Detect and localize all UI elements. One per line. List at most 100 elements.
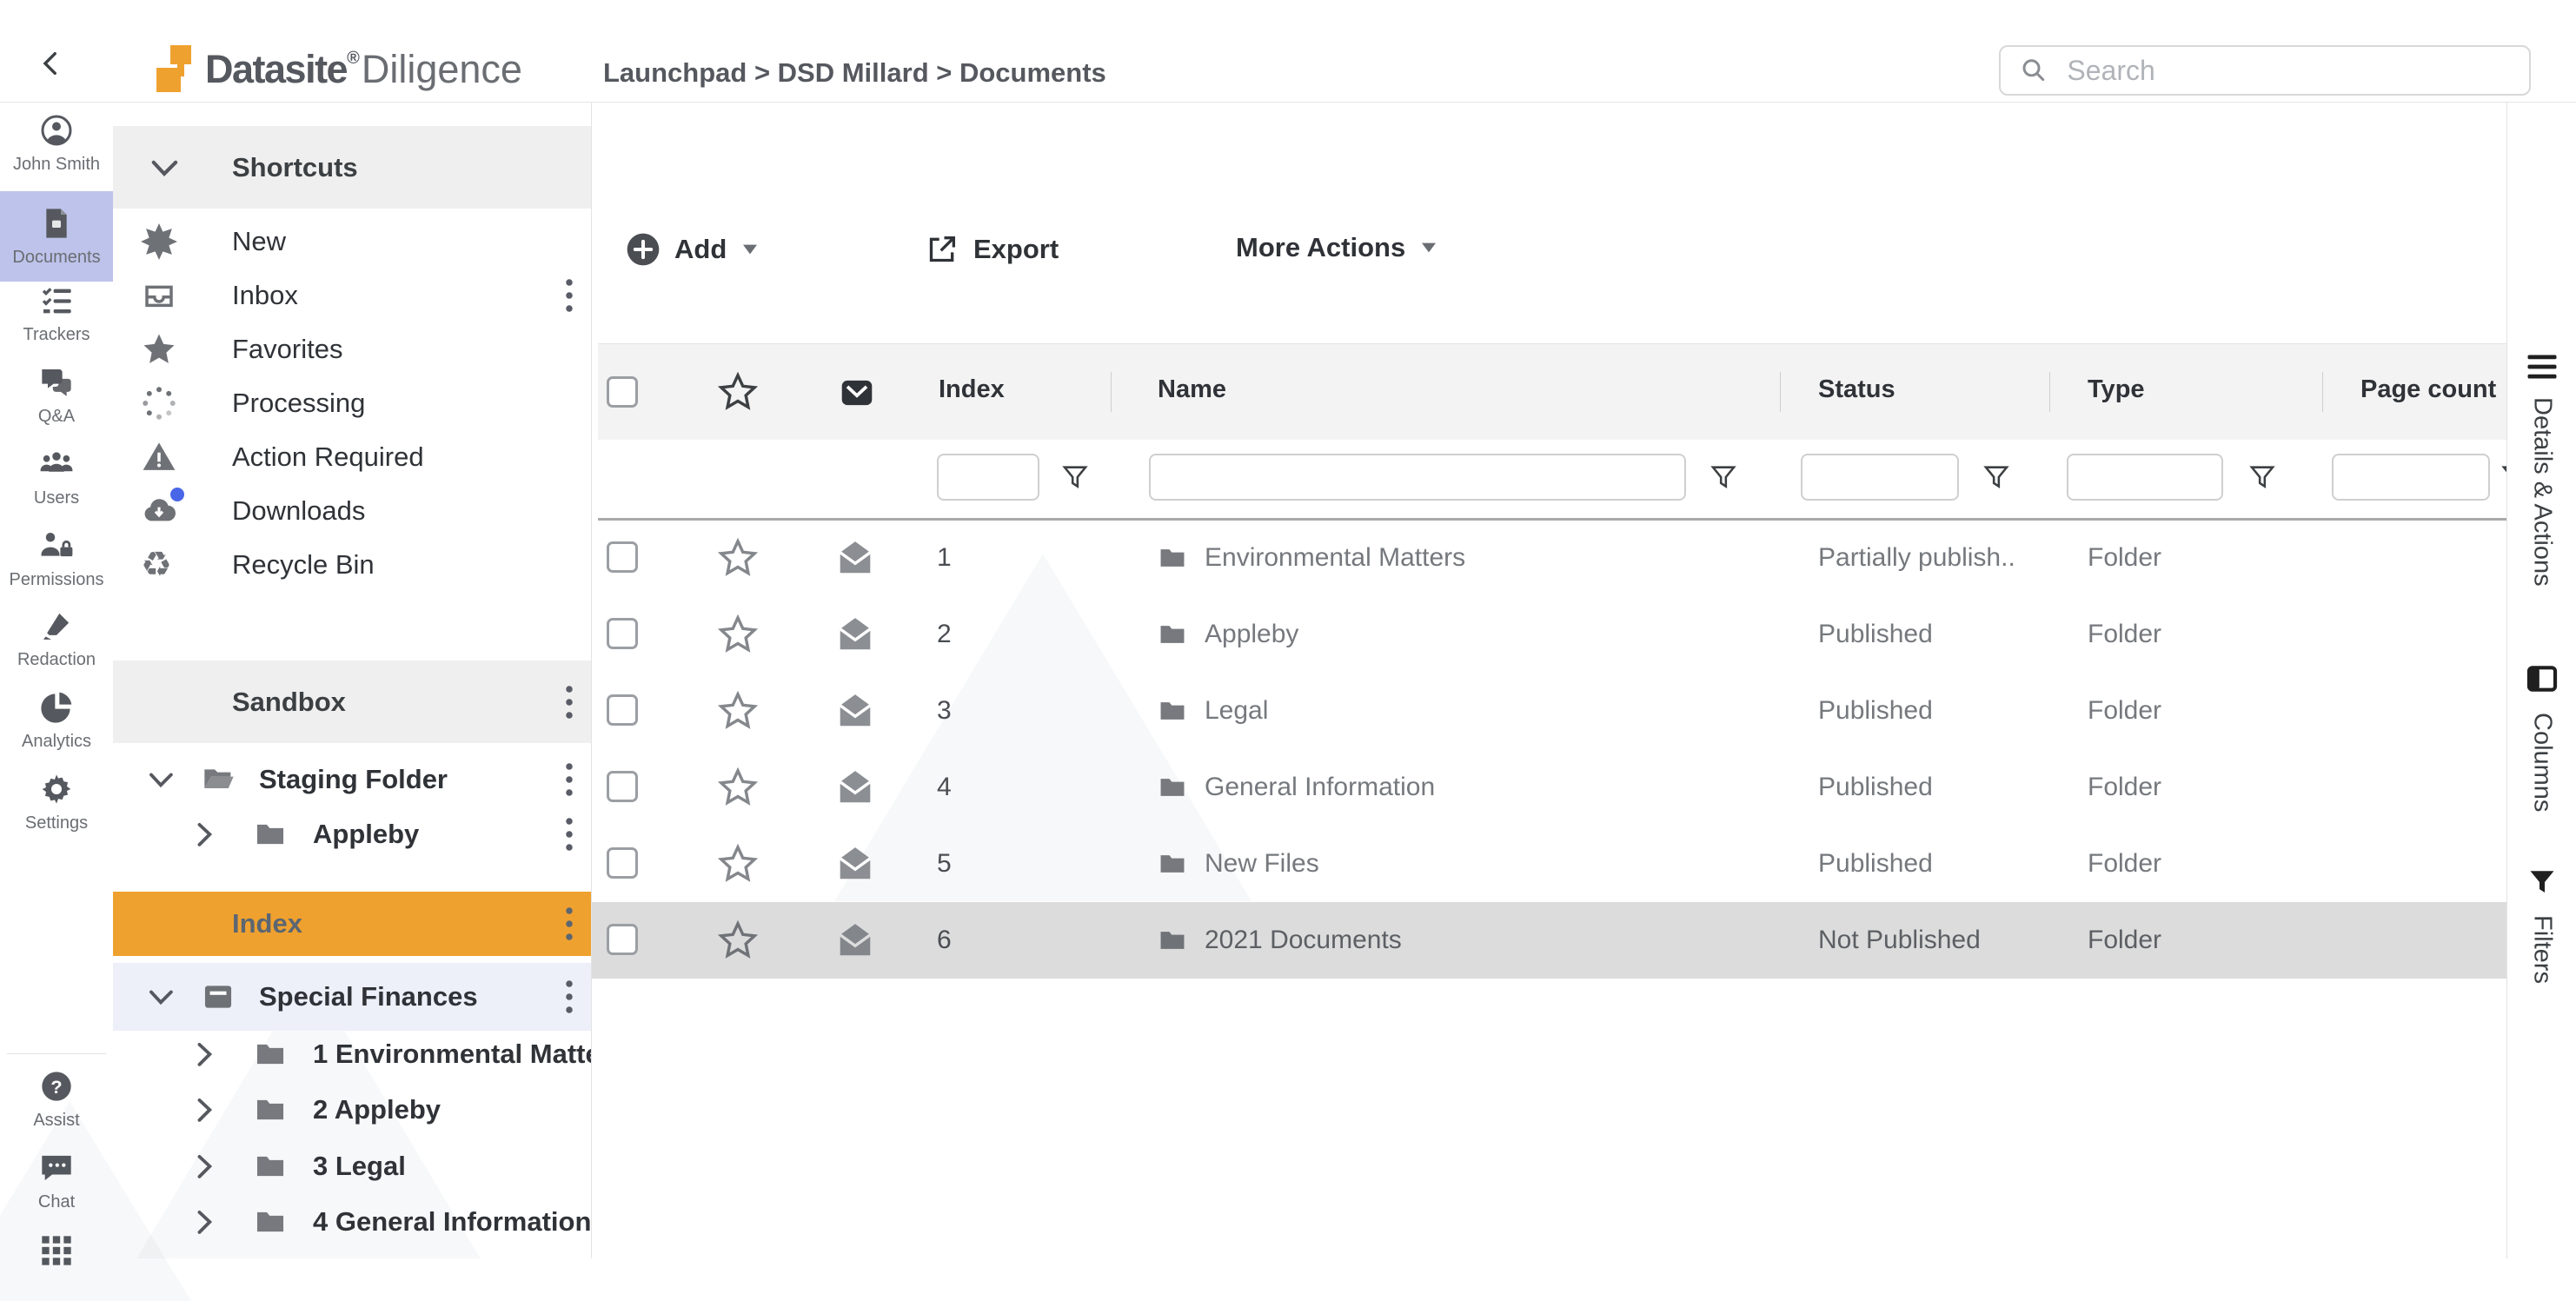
sidebar-item-downloads[interactable]: Downloads	[113, 484, 591, 538]
kebab-menu-icon[interactable]	[561, 681, 577, 723]
tree-item-appleby[interactable]: Appleby	[113, 807, 591, 861]
more-actions-button[interactable]: More Actions	[1236, 232, 1438, 263]
sidebar-item-inbox[interactable]: Inbox	[113, 269, 591, 322]
rail-item-trackers[interactable]: Trackers	[0, 273, 113, 355]
filter-funnel-icon[interactable]	[1060, 462, 1090, 492]
row-status: Partially publish..	[1818, 543, 2015, 573]
column-header-name[interactable]: Name	[1158, 375, 1226, 404]
kebab-menu-icon[interactable]	[561, 903, 577, 945]
rail-item-label: Analytics	[22, 732, 91, 752]
type-filter-input[interactable]	[2067, 454, 2223, 501]
index-filter-input[interactable]	[937, 454, 1039, 501]
hamburger-icon	[2526, 354, 2558, 380]
table-row[interactable]: 1 Environmental Matters Partially publis…	[591, 520, 2506, 596]
tab-label: Details & Actions	[2528, 397, 2557, 587]
filter-funnel-icon[interactable]	[2500, 462, 2506, 492]
chevron-right-icon	[188, 1093, 221, 1126]
filter-funnel-icon[interactable]	[1709, 462, 1738, 492]
row-name[interactable]: Legal	[1205, 696, 1268, 726]
kebab-menu-icon[interactable]	[561, 813, 577, 855]
sidebar-item-action-required[interactable]: Action Required	[113, 430, 591, 484]
rail-item-permissions[interactable]: Permissions	[0, 517, 113, 599]
row-type: Folder	[2088, 849, 2161, 879]
row-checkbox[interactable]	[607, 541, 638, 573]
status-filter-input[interactable]	[1801, 454, 1959, 501]
tab-details-actions[interactable]: Details & Actions	[2507, 354, 2576, 587]
column-header-type[interactable]: Type	[2088, 375, 2145, 404]
kebab-menu-icon[interactable]	[561, 976, 577, 1018]
filter-funnel-icon[interactable]	[2247, 462, 2277, 492]
column-header-page-count[interactable]: Page count	[2360, 375, 2496, 404]
row-name[interactable]: General Information	[1205, 773, 1435, 802]
row-name[interactable]: Environmental Matters	[1205, 543, 1465, 573]
star-icon[interactable]	[718, 538, 758, 578]
row-name[interactable]: New Files	[1205, 849, 1319, 879]
rail-item-redaction[interactable]: Redaction	[0, 598, 113, 680]
column-header-status[interactable]: Status	[1818, 375, 1895, 404]
row-checkbox[interactable]	[607, 847, 638, 879]
star-icon[interactable]	[718, 767, 758, 807]
star-icon[interactable]	[718, 691, 758, 731]
row-name[interactable]: 2021 Documents	[1205, 926, 1402, 955]
row-checkbox[interactable]	[607, 618, 638, 649]
row-checkbox[interactable]	[607, 694, 638, 726]
row-checkbox[interactable]	[607, 924, 638, 955]
sidebar-item-favorites[interactable]: Favorites	[113, 322, 591, 376]
table-row[interactable]: 3 Legal Published Folder	[591, 673, 2506, 749]
notification-dot	[170, 488, 184, 501]
table-row[interactable]: 4 General Information Published Folder	[591, 749, 2506, 826]
star-icon[interactable]	[718, 844, 758, 884]
rail-item-qa[interactable]: Q&A	[0, 355, 113, 436]
tab-columns[interactable]: Columns	[2507, 662, 2576, 812]
table-row-selected[interactable]: 6 2021 Documents Not Published Folder	[591, 902, 2506, 979]
name-filter-input[interactable]	[1149, 454, 1686, 501]
rail-item-analytics[interactable]: Analytics	[0, 680, 113, 761]
tree-item-staging-folder[interactable]: Staging Folder	[113, 753, 591, 806]
more-actions-label: More Actions	[1236, 232, 1405, 263]
row-status: Published	[1818, 773, 1933, 802]
search-input[interactable]	[2065, 54, 2510, 88]
chevron-right-icon	[188, 1150, 221, 1183]
column-header-index[interactable]: Index	[939, 375, 1005, 404]
folder-icon	[1158, 926, 1187, 955]
row-checkbox[interactable]	[607, 771, 638, 802]
shortcuts-header[interactable]: Shortcuts	[113, 126, 591, 209]
page-count-filter-input[interactable]	[2332, 454, 2490, 501]
sidebar-item-processing[interactable]: Processing	[113, 376, 591, 430]
rail-item-documents[interactable]: Documents	[0, 191, 113, 282]
star-icon[interactable]	[718, 920, 758, 960]
add-button[interactable]: Add	[626, 232, 760, 267]
rail-user[interactable]: John Smith	[0, 102, 113, 185]
filter-funnel-icon[interactable]	[1982, 462, 2011, 492]
tree-item-special-finances[interactable]: Special Finances	[113, 963, 591, 1031]
tab-filters[interactable]: Filters	[2507, 866, 2576, 984]
gear-icon	[39, 772, 74, 806]
table-row[interactable]: 2 Appleby Published Folder	[591, 596, 2506, 673]
kebab-menu-icon[interactable]	[561, 759, 577, 800]
star-column-icon[interactable]	[718, 372, 758, 412]
back-button[interactable]	[37, 49, 66, 78]
kebab-menu-icon[interactable]	[561, 275, 577, 316]
sidebar-item-recycle-bin[interactable]: ♻ Recycle Bin	[113, 538, 591, 592]
sidebar-item-label: Inbox	[232, 280, 298, 311]
tab-label: Columns	[2528, 713, 2557, 812]
export-button[interactable]: Export	[925, 232, 1059, 267]
tree-item-label: Index	[232, 908, 302, 939]
shortcuts-label: Shortcuts	[232, 152, 358, 183]
select-all-checkbox[interactable]	[607, 376, 638, 408]
rail-item-users[interactable]: Users	[0, 435, 113, 517]
rail-item-label: Q&A	[38, 407, 75, 427]
sidebar-item-label: Recycle Bin	[232, 549, 375, 581]
envelope-column-icon[interactable]	[838, 374, 876, 412]
table-row[interactable]: 5 New Files Published Folder	[591, 826, 2506, 902]
star-icon[interactable]	[718, 614, 758, 654]
rail-item-settings[interactable]: Settings	[0, 761, 113, 843]
chevron-right-icon	[188, 1205, 221, 1238]
breadcrumb[interactable]: Launchpad > DSD Millard > Documents	[603, 57, 1106, 89]
tree-item-child[interactable]: 1 Environmental Matters	[113, 1027, 591, 1081]
sandbox-header[interactable]: Sandbox	[113, 660, 591, 743]
sidebar-item-new[interactable]: New	[113, 215, 591, 269]
search-box[interactable]	[1999, 45, 2531, 96]
row-name[interactable]: Appleby	[1205, 620, 1298, 649]
tree-item-index-selected[interactable]: Index	[113, 892, 591, 956]
